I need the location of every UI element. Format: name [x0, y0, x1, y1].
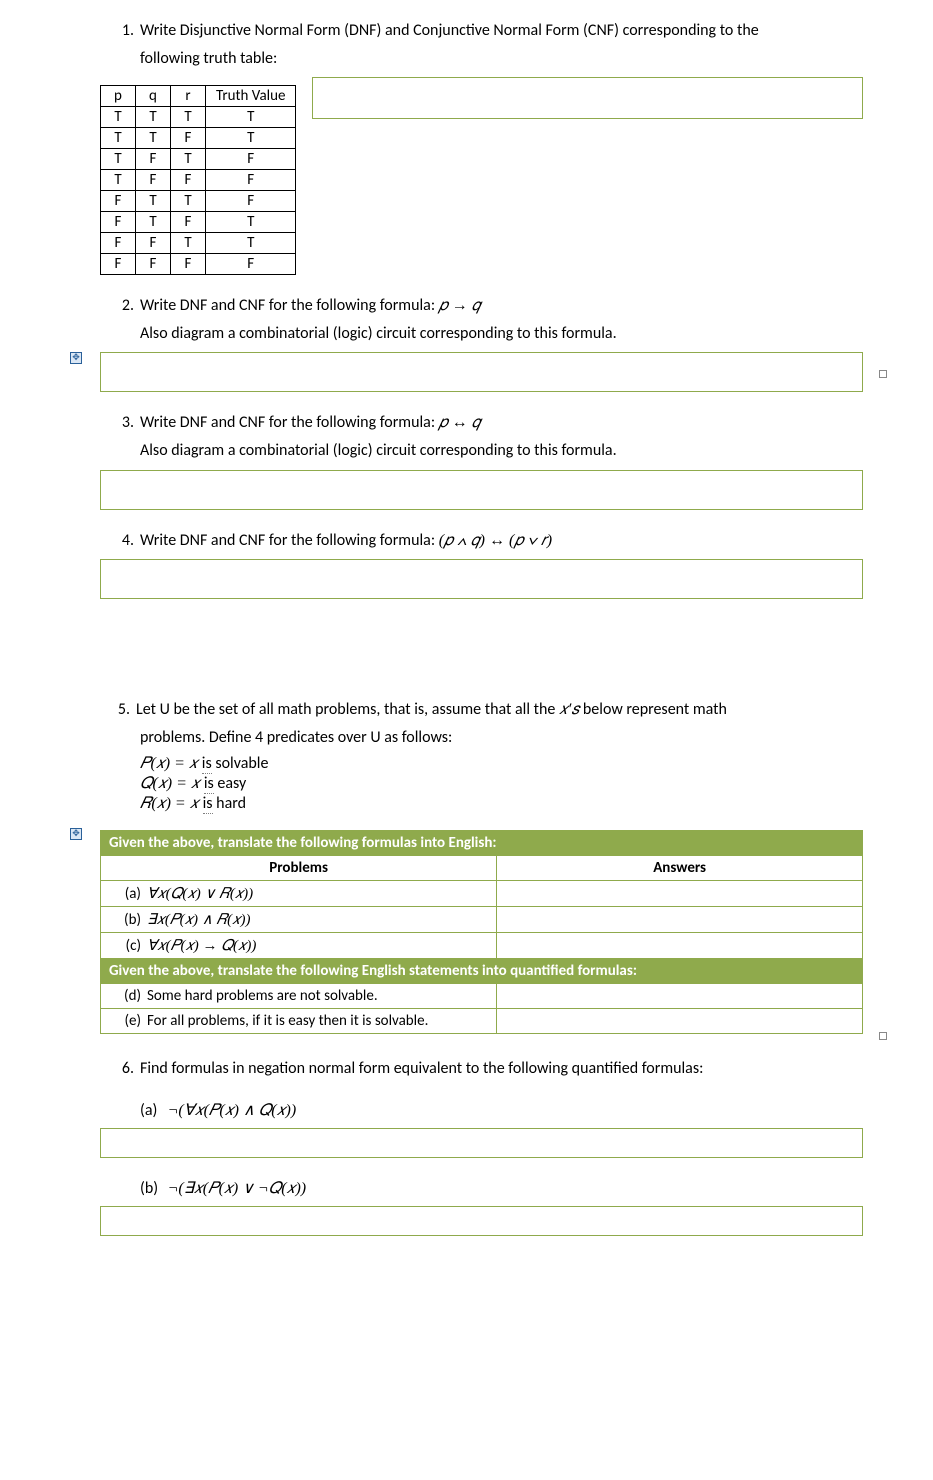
formula-b: ∃𝑥(𝑃(𝑥) ∧ 𝑅(𝑥)) — [147, 912, 250, 928]
q4-answer-box[interactable] — [100, 559, 863, 599]
q2-formula: 𝑝 → 𝑞 — [439, 297, 481, 314]
resize-handle-icon[interactable] — [879, 370, 887, 378]
q5-text: 5.Let U be the set of all math problems,… — [100, 699, 863, 721]
q1-text-line2: following truth table: — [100, 48, 863, 70]
english-e: For all problems, if it is easy then it … — [147, 1012, 428, 1030]
table-section-header: Given the above, translate the following… — [101, 959, 863, 984]
q5-text-line2: problems. Define 4 predicates over U as … — [100, 727, 863, 749]
q6a: (a) ¬(∀𝑥(𝑃(𝑥) ∧ 𝑄(𝑥)) — [100, 1100, 863, 1120]
q3-answer-box[interactable] — [100, 470, 863, 510]
predicate-P: 𝑃(𝑥) = 𝑥 is solvable — [100, 754, 863, 773]
q6b: (b) ¬(∃𝑥(𝑃(𝑥) ∨ ¬𝑄(𝑥)) — [100, 1178, 863, 1198]
q6b-answer-box[interactable] — [100, 1206, 863, 1236]
q5-xs: 𝑥′𝑠 — [559, 701, 579, 718]
q3-number: 3. — [112, 412, 134, 434]
table-row: TTFT — [101, 128, 296, 149]
table-row: (d)Some hard problems are not solvable. — [101, 984, 863, 1009]
resize-handle-icon[interactable] — [879, 1032, 887, 1040]
answer-cell[interactable] — [497, 933, 863, 959]
table-header-row: p q r Truth Value — [101, 86, 296, 107]
q2-number: 2. — [112, 295, 134, 317]
table-anchor-icon[interactable]: ✥ — [70, 352, 82, 364]
q6-number: 6. — [112, 1058, 134, 1080]
predicate-Q: 𝑄(𝑥) = 𝑥 is easy — [100, 774, 863, 793]
q1-answer-box[interactable] — [312, 77, 863, 119]
predicate-R: 𝑅(𝑥) = 𝑥 is hard — [100, 794, 863, 813]
q4-text: 4.Write DNF and CNF for the following fo… — [100, 530, 863, 552]
formula-c: ∀𝑥(𝑃(𝑥) → 𝑄(𝑥)) — [147, 938, 256, 954]
q6b-formula: ¬(∃𝑥(𝑃(𝑥) ∨ ¬𝑄(𝑥)) — [168, 1180, 307, 1197]
q3-text: 3.Write DNF and CNF for the following fo… — [100, 412, 863, 434]
table-row: (a)∀𝑥(𝑄(𝑥) ∨ 𝑅(𝑥)) — [101, 881, 863, 907]
q1-text: 1.Write Disjunctive Normal Form (DNF) an… — [100, 20, 863, 42]
th-value: Truth Value — [206, 86, 296, 107]
q2-answer-box[interactable] — [100, 352, 863, 392]
answer-cell[interactable] — [497, 907, 863, 933]
q6a-answer-box[interactable] — [100, 1128, 863, 1158]
table-row: TFFF — [101, 170, 296, 191]
q4-formula: (𝑝 ∧ 𝑞) ↔ (𝑝 ∨ 𝑟) — [439, 532, 552, 549]
th-r: r — [171, 86, 206, 107]
table-anchor-icon[interactable]: ✥ — [70, 828, 82, 840]
answer-cell[interactable] — [497, 984, 863, 1009]
th-p: p — [101, 86, 136, 107]
q6-text: 6.Find formulas in negation normal form … — [100, 1058, 863, 1080]
q3-formula: 𝑝 ↔ 𝑞 — [439, 414, 481, 431]
formula-a: ∀𝑥(𝑄(𝑥) ∨ 𝑅(𝑥)) — [147, 886, 253, 902]
q4-number: 4. — [112, 530, 134, 552]
q3-text-line2: Also diagram a combinatorial (logic) cir… — [100, 440, 863, 462]
table-row: (e)For all problems, if it is easy then … — [101, 1009, 863, 1034]
english-d: Some hard problems are not solvable. — [147, 987, 378, 1005]
table-row: TFTF — [101, 149, 296, 170]
q5-number: 5. — [108, 699, 130, 721]
table-row: FTFT — [101, 212, 296, 233]
table-row: (c)∀𝑥(𝑃(𝑥) → 𝑄(𝑥)) — [101, 933, 863, 959]
table-row: FFTT — [101, 233, 296, 254]
table-section-header: Given the above, translate the following… — [101, 831, 863, 856]
th-q: q — [136, 86, 171, 107]
table-row: TTTT — [101, 107, 296, 128]
answer-cell[interactable] — [497, 1009, 863, 1034]
quantifier-table: Given the above, translate the following… — [100, 830, 863, 1034]
q6a-formula: ¬(∀𝑥(𝑃(𝑥) ∧ 𝑄(𝑥)) — [168, 1102, 297, 1119]
answer-cell[interactable] — [497, 881, 863, 907]
q1-number: 1. — [112, 20, 134, 42]
table-row: FTTF — [101, 191, 296, 212]
table-column-header: Problems Answers — [101, 856, 863, 881]
table-row: (b)∃𝑥(𝑃(𝑥) ∧ 𝑅(𝑥)) — [101, 907, 863, 933]
table-row: FFFF — [101, 254, 296, 275]
q2-text-line2: Also diagram a combinatorial (logic) cir… — [100, 323, 863, 345]
q2-text: 2.Write DNF and CNF for the following fo… — [100, 295, 863, 317]
truth-table: p q r Truth Value TTTT TTFT TFTF TFFF FT… — [100, 85, 296, 275]
